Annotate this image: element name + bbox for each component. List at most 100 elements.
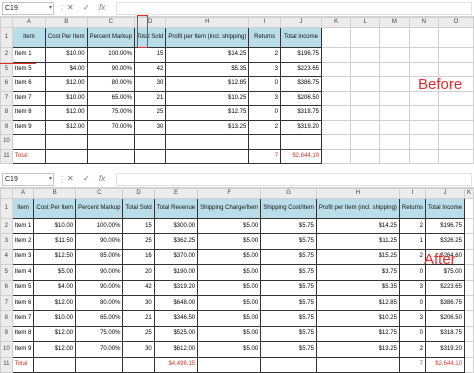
column-header[interactable]: K: [321, 17, 352, 28]
table-cell[interactable]: $12.00: [44, 76, 88, 92]
table-cell[interactable]: $10.25: [165, 90, 250, 106]
table-cell[interactable]: 16: [122, 248, 155, 266]
corner-cell[interactable]: [0, 188, 13, 199]
enter-icon[interactable]: ✓: [83, 172, 90, 186]
header-cell[interactable]: Cost Per Item: [33, 198, 77, 219]
cell[interactable]: [437, 47, 474, 63]
table-cell[interactable]: $12.00: [33, 341, 77, 358]
name-box[interactable]: C19 ▾: [2, 2, 54, 15]
cell[interactable]: [408, 105, 439, 121]
item-cell[interactable]: Total: [11, 148, 46, 164]
table-cell[interactable]: $12.85: [165, 76, 250, 92]
table-cell[interactable]: $5.75: [260, 341, 317, 358]
cell[interactable]: [321, 90, 352, 106]
table-cell[interactable]: 3: [398, 310, 426, 327]
row-header[interactable]: 9: [0, 325, 13, 343]
table-cell[interactable]: $4.00: [33, 279, 77, 296]
header-cell[interactable]: Item: [11, 198, 35, 219]
cell[interactable]: [463, 233, 474, 250]
table-cell[interactable]: $5.00: [197, 264, 262, 281]
table-cell[interactable]: 2: [398, 248, 426, 266]
column-header[interactable]: C: [86, 17, 135, 28]
column-header[interactable]: J: [424, 188, 465, 199]
item-cell[interactable]: Item 8: [11, 325, 35, 343]
cancel-icon[interactable]: ✕: [67, 1, 74, 15]
item-cell[interactable]: Item 5: [11, 61, 46, 77]
row-header[interactable]: 11: [0, 148, 13, 164]
table-cell[interactable]: [75, 356, 124, 373]
cell[interactable]: [379, 61, 410, 77]
column-header[interactable]: J: [279, 17, 323, 28]
table-cell[interactable]: $5.75: [260, 310, 317, 327]
table-cell[interactable]: 100.00%: [75, 217, 124, 235]
table-cell[interactable]: $4.00: [44, 61, 88, 77]
chevron-down-icon[interactable]: ▾: [49, 3, 52, 14]
row-header[interactable]: 1: [0, 27, 13, 48]
table-cell[interactable]: [122, 356, 155, 373]
cell[interactable]: [437, 90, 474, 106]
drag-handle-icon[interactable]: ⋮: [58, 174, 66, 186]
cell[interactable]: [408, 134, 439, 150]
header-cell[interactable]: Percent Markup: [75, 198, 124, 219]
table-cell[interactable]: [315, 356, 400, 373]
table-cell[interactable]: 2: [398, 341, 426, 358]
table-cell[interactable]: [133, 148, 167, 164]
table-cell[interactable]: $12.00: [33, 325, 77, 343]
item-cell[interactable]: Item 7: [11, 310, 35, 327]
row-header[interactable]: 4: [0, 248, 13, 266]
table-cell[interactable]: 7: [248, 148, 281, 164]
cell[interactable]: [379, 134, 410, 150]
cell[interactable]: [321, 134, 352, 150]
table-cell[interactable]: $2,644.10: [424, 356, 465, 373]
header-cell[interactable]: Item: [11, 27, 46, 48]
column-header[interactable]: H: [165, 17, 250, 28]
table-cell[interactable]: 25: [122, 233, 155, 250]
cell[interactable]: [350, 61, 381, 77]
table-cell[interactable]: 30: [122, 341, 155, 358]
table-cell[interactable]: 80.00%: [75, 294, 124, 312]
table-cell[interactable]: $319.20: [424, 341, 465, 358]
table-cell[interactable]: 3: [398, 279, 426, 296]
table-cell[interactable]: 42: [122, 279, 155, 296]
cell[interactable]: [437, 27, 474, 48]
corner-cell[interactable]: [0, 17, 13, 28]
enter-icon[interactable]: ✓: [83, 1, 90, 15]
table-cell[interactable]: $5.75: [260, 325, 317, 343]
table-cell[interactable]: 30: [133, 119, 167, 135]
table-cell[interactable]: 85.00%: [75, 248, 124, 266]
cell[interactable]: [379, 76, 410, 92]
table-cell[interactable]: $12.00: [33, 294, 77, 312]
item-cell[interactable]: Total: [11, 356, 35, 373]
formula-input[interactable]: [116, 173, 472, 186]
row-header[interactable]: 2: [0, 217, 13, 235]
table-cell[interactable]: $11.25: [315, 233, 400, 250]
header-cell[interactable]: Total Sold: [122, 198, 155, 219]
table-cell[interactable]: 100.00%: [86, 47, 135, 63]
table-cell[interactable]: $3.75: [315, 264, 400, 281]
column-header[interactable]: G: [260, 188, 317, 199]
header-cell[interactable]: Percent Markup: [86, 27, 135, 48]
table-cell[interactable]: $13.25: [165, 119, 250, 135]
table-cell[interactable]: $5.75: [260, 294, 317, 312]
table-cell[interactable]: $386.75: [424, 294, 465, 312]
column-header[interactable]: A: [11, 17, 46, 28]
table-cell[interactable]: 2: [248, 119, 281, 135]
table-cell[interactable]: 15: [133, 47, 167, 63]
row-header[interactable]: 7: [0, 90, 13, 106]
column-header[interactable]: B: [44, 17, 88, 28]
item-cell[interactable]: Item 2: [11, 233, 35, 250]
cell[interactable]: [463, 248, 474, 266]
table-cell[interactable]: $346.50: [153, 310, 199, 327]
cell[interactable]: [379, 47, 410, 63]
cell[interactable]: [379, 27, 410, 48]
table-cell[interactable]: $12.00: [44, 105, 88, 121]
cell[interactable]: [463, 294, 474, 312]
table-cell[interactable]: $12.85: [315, 294, 400, 312]
table-cell[interactable]: [44, 148, 88, 164]
header-cell[interactable]: Profit per Item (incl. shipping): [165, 27, 250, 48]
item-cell[interactable]: Item 6: [11, 294, 35, 312]
table-cell[interactable]: 25: [133, 105, 167, 121]
table-cell[interactable]: $5.75: [260, 248, 317, 266]
table-cell[interactable]: 70.00%: [86, 119, 135, 135]
table-cell[interactable]: $319.20: [279, 119, 323, 135]
